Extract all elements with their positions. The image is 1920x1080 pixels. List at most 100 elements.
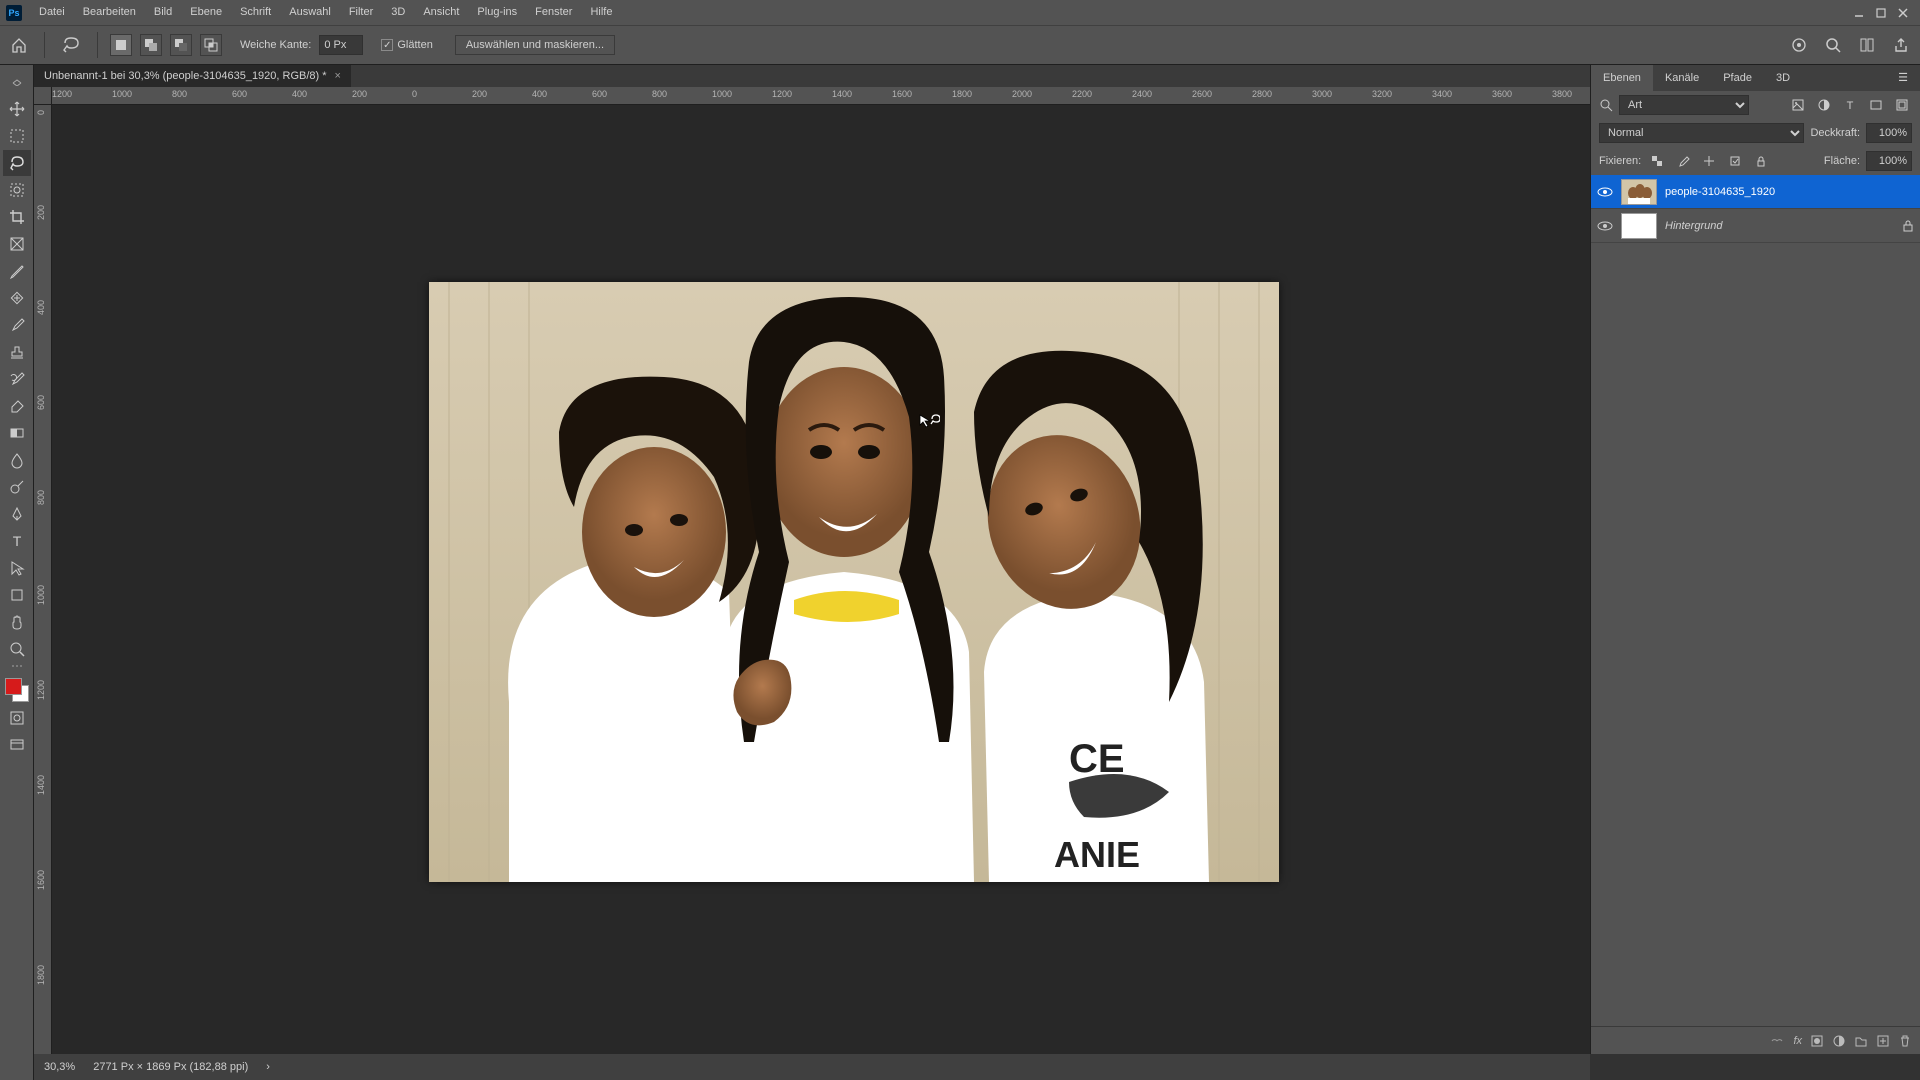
shape-tool[interactable] xyxy=(3,582,31,608)
crop-tool[interactable] xyxy=(3,204,31,230)
layer-row[interactable]: people-3104635_1920 xyxy=(1591,175,1920,209)
ruler-horizontal[interactable]: 1200100080060040020002004006008001000120… xyxy=(52,87,1590,105)
path-select-tool[interactable] xyxy=(3,555,31,581)
window-minimize[interactable] xyxy=(1848,2,1870,24)
lock-position-icon[interactable] xyxy=(1699,151,1719,171)
marquee-tool[interactable] xyxy=(3,123,31,149)
tab-layers[interactable]: Ebenen xyxy=(1591,65,1653,91)
menu-3d[interactable]: 3D xyxy=(382,0,414,25)
select-and-mask-button[interactable]: Auswählen und maskieren... xyxy=(455,35,615,55)
menu-select[interactable]: Auswahl xyxy=(280,0,340,25)
layer-thumbnail[interactable] xyxy=(1621,213,1657,239)
healing-tool[interactable] xyxy=(3,285,31,311)
blur-tool[interactable] xyxy=(3,447,31,473)
menu-filter[interactable]: Filter xyxy=(340,0,382,25)
delete-icon[interactable] xyxy=(1898,1034,1912,1048)
screen-mode-tool[interactable] xyxy=(3,732,31,758)
menu-view[interactable]: Ansicht xyxy=(414,0,468,25)
panel-menu-icon[interactable]: ☰ xyxy=(1886,65,1920,91)
mask-icon[interactable] xyxy=(1810,1034,1824,1048)
filter-image-icon[interactable] xyxy=(1788,95,1808,115)
doc-info[interactable]: 2771 Px × 1869 Px (182,88 ppi) xyxy=(93,1061,248,1073)
close-tab-icon[interactable]: × xyxy=(335,65,341,87)
lock-transparent-icon[interactable] xyxy=(1647,151,1667,171)
menu-image[interactable]: Bild xyxy=(145,0,181,25)
menu-layer[interactable]: Ebene xyxy=(181,0,231,25)
zoom-tool[interactable] xyxy=(3,636,31,662)
type-tool[interactable]: T xyxy=(3,528,31,554)
cloud-docs-icon[interactable] xyxy=(1786,32,1812,58)
home-button[interactable] xyxy=(6,32,32,58)
visibility-icon[interactable] xyxy=(1597,220,1613,232)
color-swatches[interactable] xyxy=(3,676,31,704)
feather-input[interactable] xyxy=(319,35,363,55)
ruler-vertical[interactable]: 020040060080010001200140016001800 xyxy=(34,105,52,1054)
menu-edit[interactable]: Bearbeiten xyxy=(74,0,145,25)
pen-tool[interactable] xyxy=(3,501,31,527)
menu-help[interactable]: Hilfe xyxy=(581,0,621,25)
eraser-tool[interactable] xyxy=(3,393,31,419)
menu-window[interactable]: Fenster xyxy=(526,0,581,25)
menu-file[interactable]: Datei xyxy=(30,0,74,25)
search-icon[interactable] xyxy=(1820,32,1846,58)
workspace[interactable]: 1200100080060040020002004006008001000120… xyxy=(34,87,1590,1054)
gradient-tool[interactable] xyxy=(3,420,31,446)
frame-tool[interactable] xyxy=(3,231,31,257)
menu-plugins[interactable]: Plug-ins xyxy=(468,0,526,25)
hand-tool[interactable] xyxy=(3,609,31,635)
stamp-tool[interactable] xyxy=(3,339,31,365)
search-icon[interactable] xyxy=(1599,98,1613,112)
window-maximize[interactable] xyxy=(1870,2,1892,24)
move-tool[interactable] xyxy=(3,96,31,122)
window-close[interactable] xyxy=(1892,2,1914,24)
layer-name[interactable]: Hintergrund xyxy=(1665,220,1722,232)
quick-mask-tool[interactable] xyxy=(3,705,31,731)
arrange-icon[interactable] xyxy=(1854,32,1880,58)
foreground-color-swatch[interactable] xyxy=(5,678,22,695)
ruler-origin[interactable] xyxy=(34,87,52,105)
lock-icon[interactable] xyxy=(1902,219,1914,233)
layer-row[interactable]: Hintergrund xyxy=(1591,209,1920,243)
group-icon[interactable] xyxy=(1854,1034,1868,1048)
info-chevron-icon[interactable]: › xyxy=(266,1061,270,1073)
lasso-tool-icon[interactable] xyxy=(57,31,85,59)
layer-name[interactable]: people-3104635_1920 xyxy=(1665,186,1775,198)
fill-input[interactable] xyxy=(1866,151,1912,171)
layer-thumbnail[interactable] xyxy=(1621,179,1657,205)
filter-adjustment-icon[interactable] xyxy=(1814,95,1834,115)
tab-channels[interactable]: Kanäle xyxy=(1653,65,1711,91)
lock-nested-icon[interactable] xyxy=(1725,151,1745,171)
brush-tool[interactable] xyxy=(3,312,31,338)
selection-subtract[interactable] xyxy=(170,34,192,56)
menu-type[interactable]: Schrift xyxy=(231,0,280,25)
antialias-checkbox[interactable] xyxy=(381,39,393,51)
selection-add[interactable] xyxy=(140,34,162,56)
share-icon[interactable] xyxy=(1888,32,1914,58)
filter-type-icon[interactable]: T xyxy=(1840,95,1860,115)
opacity-input[interactable] xyxy=(1866,123,1912,143)
lasso-tool[interactable] xyxy=(3,150,31,176)
blend-mode-select[interactable]: Normal xyxy=(1599,123,1804,143)
tab-paths[interactable]: Pfade xyxy=(1711,65,1764,91)
filter-shape-icon[interactable] xyxy=(1866,95,1886,115)
fx-icon[interactable]: fx xyxy=(1793,1035,1802,1047)
selection-new[interactable] xyxy=(110,34,132,56)
new-layer-icon[interactable] xyxy=(1876,1034,1890,1048)
canvas[interactable]: CEANIE xyxy=(429,282,1279,882)
selection-intersect[interactable] xyxy=(200,34,222,56)
dodge-tool[interactable] xyxy=(3,474,31,500)
eyedropper-tool[interactable] xyxy=(3,258,31,284)
visibility-icon[interactable] xyxy=(1597,186,1613,198)
lock-all-icon[interactable] xyxy=(1751,151,1771,171)
zoom-level[interactable]: 30,3% xyxy=(44,1061,75,1073)
expand-tools-icon[interactable] xyxy=(3,69,31,95)
layer-filter-select[interactable]: Art xyxy=(1619,95,1749,115)
history-brush-tool[interactable] xyxy=(3,366,31,392)
tab-3d[interactable]: 3D xyxy=(1764,65,1802,91)
quick-select-tool[interactable] xyxy=(3,177,31,203)
adjustment-icon[interactable] xyxy=(1832,1034,1846,1048)
filter-smart-icon[interactable] xyxy=(1892,95,1912,115)
document-tab[interactable]: Unbenannt-1 bei 30,3% (people-3104635_19… xyxy=(34,65,351,87)
link-layers-icon[interactable] xyxy=(1769,1034,1785,1048)
lock-image-icon[interactable] xyxy=(1673,151,1693,171)
